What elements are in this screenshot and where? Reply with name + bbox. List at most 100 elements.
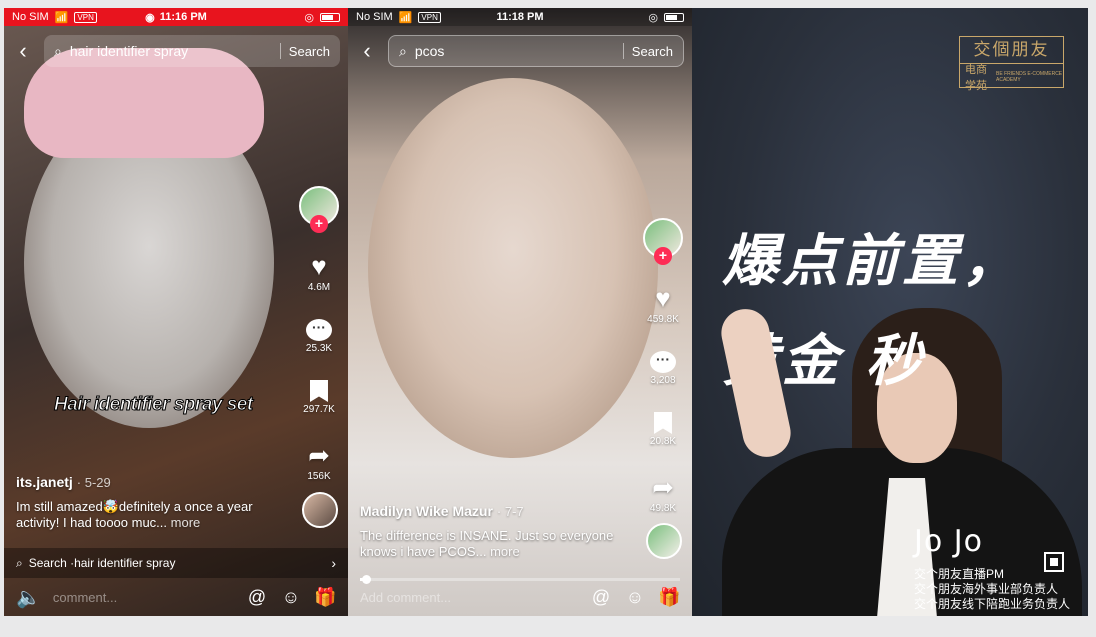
search-input[interactable]: ⌕ hair identifier spray Search bbox=[44, 35, 340, 67]
lock-rotation-icon: ◎ bbox=[304, 11, 314, 24]
author-line[interactable]: Madilyn Wike Mazur · 7-7 bbox=[360, 503, 524, 519]
gift-icon[interactable]: 🎁 bbox=[658, 587, 680, 608]
search-icon: ⌕ bbox=[399, 42, 407, 59]
presenter-name: Jo Jo bbox=[914, 524, 983, 559]
presenter-video: 交個朋友 电商学苑 BE FRIENDS E-COMMERCE ACADEMY … bbox=[692, 8, 1088, 616]
author-line[interactable]: its.janetj · 5-29 bbox=[16, 474, 111, 490]
more-link[interactable]: more bbox=[171, 515, 201, 530]
logo-sub-en: BE FRIENDS E-COMMERCE ACADEMY bbox=[996, 70, 1063, 83]
search-query: pcos bbox=[414, 43, 445, 59]
video-description[interactable]: Im still amazed🤯definitely a once a year… bbox=[16, 499, 276, 531]
search-header: ‹ ⌕ pcos Search bbox=[356, 33, 684, 69]
description-text: Im still amazed🤯definitely a once a year… bbox=[16, 499, 253, 530]
more-link[interactable]: more bbox=[490, 544, 520, 559]
presenter-titles: 交个朋友直播PM 交个朋友海外事业部负责人 交个朋友线下陪跑业务负责人 bbox=[914, 567, 1070, 612]
share-arrow-icon: ➦ bbox=[308, 440, 330, 470]
share-count: 156K bbox=[307, 471, 331, 482]
emoji-icon[interactable]: ☺ bbox=[624, 587, 646, 608]
search-button[interactable]: Search bbox=[632, 44, 673, 59]
post-date: · 7-7 bbox=[496, 504, 524, 519]
post-date: · 5-29 bbox=[76, 475, 111, 490]
presenter-title-2: 交个朋友海外事业部负责人 bbox=[914, 582, 1059, 596]
vpn-badge: VPN bbox=[418, 11, 441, 23]
wifi-icon: 📶 bbox=[54, 11, 69, 24]
comment-bar: 🔈 comment... @ ☺ 🎁 bbox=[4, 578, 348, 616]
search-header: ‹ ⌕ hair identifier spray Search bbox=[12, 33, 340, 69]
like-button[interactable]: ♥ 4.6M bbox=[308, 252, 330, 293]
share-button[interactable]: ➦ 49.8K bbox=[650, 473, 676, 514]
search-icon: ⌕ bbox=[16, 555, 23, 570]
search-query: hair identifier spray bbox=[69, 43, 189, 59]
share-count: 49.8K bbox=[649, 503, 677, 514]
clock: 11:18 PM bbox=[496, 11, 544, 23]
video-description[interactable]: The difference is INSANE. Just so everyo… bbox=[360, 528, 620, 560]
at-icon[interactable]: @ bbox=[590, 587, 612, 608]
sound-disc-avatar[interactable] bbox=[302, 492, 338, 528]
related-search-bar[interactable]: ⌕ Search ·hair identifier spray › bbox=[4, 548, 348, 578]
creator-avatar[interactable]: + bbox=[643, 218, 683, 265]
save-count: 20.8K bbox=[649, 436, 677, 447]
comment-input[interactable]: comment... bbox=[53, 590, 234, 605]
chevron-left-icon[interactable]: ‹ bbox=[12, 38, 34, 64]
chevron-right-icon: › bbox=[331, 555, 336, 571]
video-text-overlay: Hair identifier spray set bbox=[54, 394, 254, 416]
clock: 11:16 PM bbox=[159, 11, 207, 23]
search-icon: ⌕ bbox=[54, 42, 62, 59]
share-arrow-icon: ➦ bbox=[652, 472, 674, 502]
like-button[interactable]: ♥ 459.8K bbox=[647, 284, 679, 325]
heart-icon: ♥ bbox=[311, 251, 327, 281]
follow-plus-icon[interactable]: + bbox=[310, 215, 328, 233]
battery-icon bbox=[320, 12, 340, 22]
comment-input[interactable]: Add comment... bbox=[360, 590, 578, 605]
follow-plus-icon[interactable]: + bbox=[654, 247, 672, 265]
bookmark-icon bbox=[309, 380, 328, 402]
chevron-left-icon[interactable]: ‹ bbox=[356, 38, 378, 64]
carrier-label: No SIM bbox=[12, 11, 49, 23]
wifi-icon: 📶 bbox=[398, 11, 413, 24]
action-rail: + ♥ 4.6M ··· 25.3K 297.7K ➦ 156K bbox=[298, 186, 340, 482]
search-divider bbox=[622, 43, 624, 59]
comment-bubble-icon: ··· bbox=[305, 319, 332, 341]
comment-bar: Add comment... @ ☺ 🎁 bbox=[348, 578, 692, 616]
action-rail: + ♥ 459.8K ··· 3,208 20.8K ➦ 49.8K bbox=[642, 218, 684, 514]
gift-icon[interactable]: 🎁 bbox=[314, 587, 336, 608]
comment-button[interactable]: ··· 3,208 bbox=[650, 351, 676, 386]
author-name: Madilyn Wike Mazur bbox=[360, 503, 493, 519]
search-input[interactable]: ⌕ pcos Search bbox=[388, 35, 684, 67]
like-count: 4.6M bbox=[307, 282, 331, 293]
description-text: The difference is INSANE. Just so everyo… bbox=[360, 528, 614, 559]
logo-sub-cn: 电商学苑 bbox=[965, 63, 988, 92]
vpn-badge: VPN bbox=[74, 11, 97, 23]
carrier-label: No SIM bbox=[356, 11, 393, 23]
save-button[interactable]: 20.8K bbox=[650, 412, 676, 447]
video-frame bbox=[368, 78, 658, 458]
search-divider bbox=[279, 43, 281, 59]
save-button[interactable]: 297.7K bbox=[303, 380, 335, 415]
save-count: 297.7K bbox=[303, 404, 335, 415]
search-button[interactable]: Search bbox=[289, 44, 330, 59]
heart-icon: ♥ bbox=[655, 283, 671, 313]
qr-scan-icon bbox=[1044, 552, 1064, 572]
recording-icon: ◉ bbox=[145, 11, 155, 24]
brand-logo: 交個朋友 电商学苑 BE FRIENDS E-COMMERCE ACADEMY bbox=[959, 36, 1064, 92]
status-bar: No SIM 📶 VPN 11:18 PM ◎ bbox=[348, 8, 692, 26]
author-name: its.janetj bbox=[16, 474, 73, 490]
comment-count: 3,208 bbox=[650, 375, 676, 386]
at-icon[interactable]: @ bbox=[246, 587, 268, 608]
emoji-icon[interactable]: ☺ bbox=[280, 587, 302, 608]
comment-count: 25.3K bbox=[305, 343, 333, 354]
status-bar: No SIM 📶 VPN ◉ 11:16 PM ◎ bbox=[4, 8, 348, 26]
bookmark-icon bbox=[653, 412, 672, 434]
creator-avatar[interactable]: + bbox=[299, 186, 339, 233]
related-search-text: Search ·hair identifier spray bbox=[28, 556, 176, 570]
like-count: 459.8K bbox=[647, 314, 679, 325]
tiktok-phone-left: No SIM 📶 VPN ◉ 11:16 PM ◎ ‹ ⌕ hair ident… bbox=[4, 8, 348, 616]
share-button[interactable]: ➦ 156K bbox=[307, 441, 330, 482]
presenter-title-3: 交个朋友线下陪跑业务负责人 bbox=[914, 597, 1071, 611]
comment-bubble-icon: ··· bbox=[650, 351, 676, 373]
sound-disc-avatar[interactable] bbox=[646, 523, 682, 559]
comment-button[interactable]: ··· 25.3K bbox=[306, 319, 332, 354]
battery-icon bbox=[664, 12, 684, 22]
tiktok-phone-right: No SIM 📶 VPN 11:18 PM ◎ ‹ ⌕ pcos Search … bbox=[348, 8, 692, 616]
speaker-icon[interactable]: 🔈 bbox=[16, 585, 41, 610]
